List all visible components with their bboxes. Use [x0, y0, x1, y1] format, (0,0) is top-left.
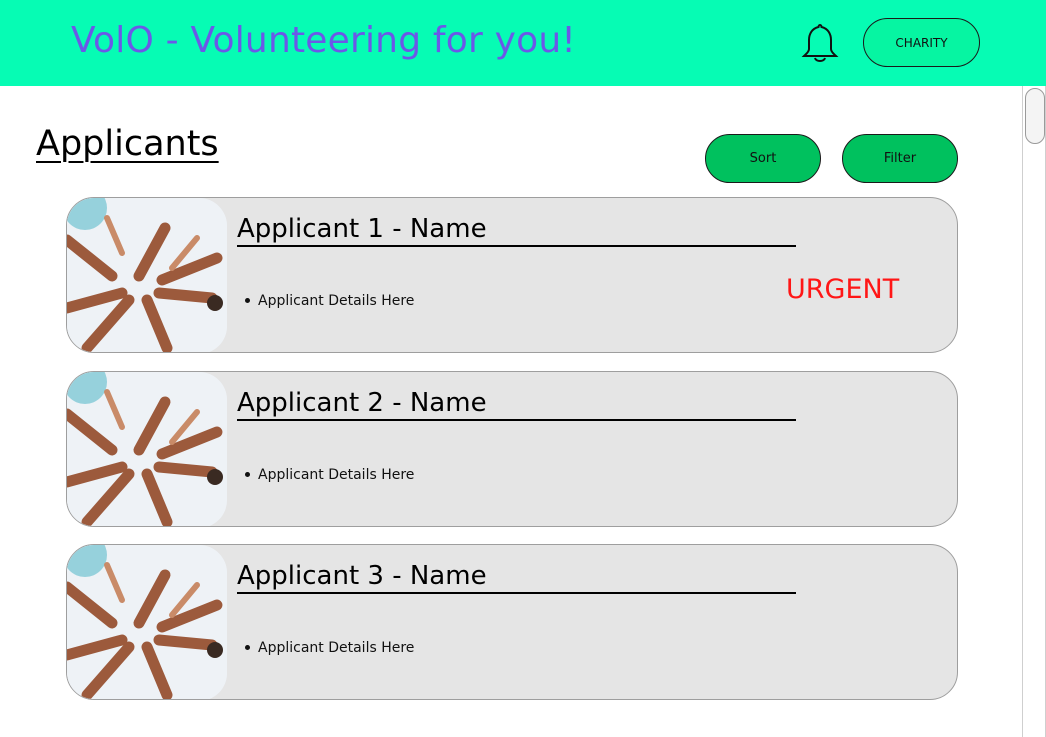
- applicant-name[interactable]: Applicant 3 - Name: [237, 561, 796, 594]
- sort-button[interactable]: Sort: [705, 134, 821, 183]
- applicant-detail-text: Applicant Details Here: [258, 467, 415, 483]
- applicant-photo: [67, 198, 227, 352]
- charity-button[interactable]: CHARITY: [863, 18, 980, 67]
- bell-icon[interactable]: [800, 22, 840, 64]
- page-title: Applicants: [36, 124, 219, 164]
- applicant-detail-text: Applicant Details Here: [258, 640, 415, 656]
- app-header: VolO - Volunteering for you! CHARITY: [0, 0, 1046, 86]
- app-title: VolO - Volunteering for you!: [71, 20, 577, 61]
- vertical-scrollbar[interactable]: [1022, 86, 1046, 737]
- applicant-photo: [67, 545, 227, 699]
- applicant-name[interactable]: Applicant 1 - Name: [237, 214, 796, 247]
- bullet-icon: [245, 644, 250, 650]
- applicant-detail: Applicant Details Here: [245, 293, 414, 309]
- bullet-icon: [245, 471, 250, 477]
- applicant-name[interactable]: Applicant 2 - Name: [237, 388, 796, 421]
- applicant-detail: Applicant Details Here: [245, 640, 414, 656]
- applicant-card[interactable]: Applicant 2 - Name Applicant Details Her…: [66, 371, 958, 527]
- urgent-badge: URGENT: [786, 274, 900, 305]
- bullet-icon: [245, 297, 250, 303]
- applicant-card[interactable]: Applicant 1 - Name Applicant Details Her…: [66, 197, 958, 353]
- applicant-photo: [67, 372, 227, 526]
- applicant-detail-text: Applicant Details Here: [258, 293, 415, 309]
- filter-button[interactable]: Filter: [842, 134, 958, 183]
- scrollbar-thumb[interactable]: [1025, 88, 1045, 144]
- applicant-card[interactable]: Applicant 3 - Name Applicant Details Her…: [66, 544, 958, 700]
- applicant-detail: Applicant Details Here: [245, 467, 414, 483]
